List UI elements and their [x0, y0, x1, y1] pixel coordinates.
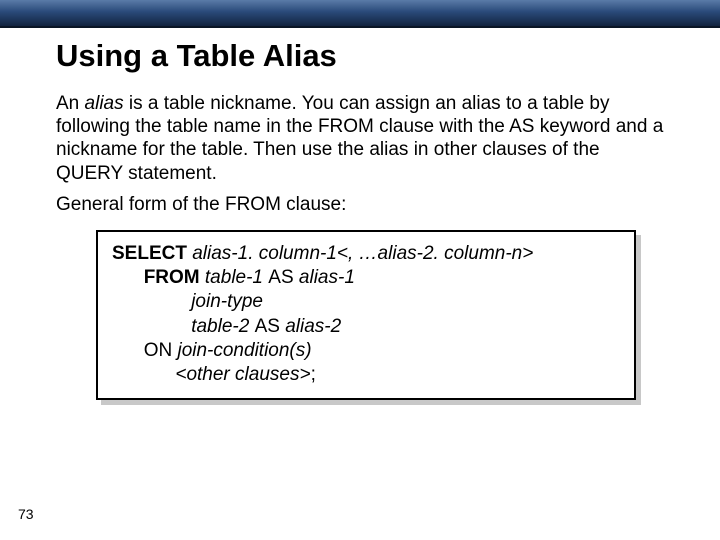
header-band: [0, 0, 720, 28]
code-l4-b: alias-2: [280, 316, 341, 337]
code-line-5: ON join-condition(s): [112, 339, 620, 363]
code-box: SELECT alias-1. column-1<, …alias-2. col…: [96, 230, 636, 400]
code-line-4: table-2 AS alias-2: [112, 315, 620, 339]
kw-as-1: AS: [268, 267, 293, 288]
kw-from: FROM: [144, 267, 200, 288]
code-line-1: SELECT alias-1. column-1<, …alias-2. col…: [112, 242, 620, 266]
code-block-container: SELECT alias-1. column-1<, …alias-2. col…: [96, 230, 636, 400]
code-l4-a: table-2: [191, 316, 254, 337]
p1-post: is a table nickname. You can assign an a…: [56, 93, 663, 184]
slide-body: Using a Table Alias An alias is a table …: [0, 28, 720, 400]
p1-alias-term: alias: [85, 93, 124, 114]
p1-pre: An: [56, 93, 85, 114]
code-l6: <other clauses>: [175, 364, 310, 385]
code-line-2: FROM table-1 AS alias-1: [112, 266, 620, 290]
code-line-6: <other clauses>;: [112, 363, 620, 387]
slide-title: Using a Table Alias: [56, 38, 664, 74]
code-l3: join-type: [191, 291, 263, 312]
code-l5: join-condition(s): [172, 340, 311, 361]
code-l1-rest: alias-1. column-1<, …alias-2. column-n>: [187, 243, 533, 264]
code-l2-a: table-1: [200, 267, 269, 288]
kw-on: ON: [144, 340, 173, 361]
code-line-3: join-type: [112, 290, 620, 314]
kw-as-2: AS: [255, 316, 280, 337]
page-number: 73: [18, 506, 34, 522]
paragraph-2: General form of the FROM clause:: [56, 193, 664, 216]
code-l2-b: alias-1: [294, 267, 355, 288]
code-l6-semi: ;: [311, 364, 316, 385]
paragraph-1: An alias is a table nickname. You can as…: [56, 92, 664, 185]
kw-select: SELECT: [112, 243, 187, 264]
